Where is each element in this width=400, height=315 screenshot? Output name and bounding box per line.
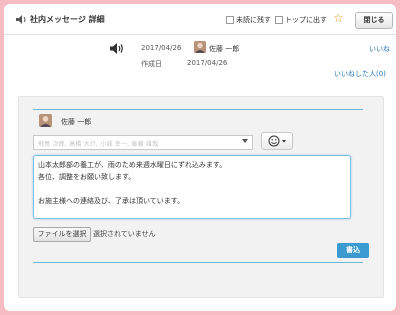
dropdown-arrow-icon (242, 139, 248, 143)
reply-textarea[interactable]: 山本太郎部の養工が、雨のため来週水曜日にずれ込みます。 各位、調整をお願い致しま… (33, 155, 351, 219)
star-icon[interactable]: ☆ (333, 12, 344, 24)
pin-top-label[interactable]: トップに出す (285, 15, 327, 25)
created-date: 2017/04/26 (187, 59, 228, 67)
keep-unread-checkbox[interactable] (226, 16, 234, 24)
file-status: 選択されていません (93, 230, 156, 238)
created-label: 作成日 (141, 60, 162, 68)
author-avatar (39, 114, 52, 127)
sender-avatar (194, 41, 206, 53)
choose-file-button[interactable]: ファイルを選択 (33, 227, 91, 242)
reply-panel: 佐藤 一郎 飛鳥 次郎, 高橋 大介, 小城 幸一, 泰藤 雄哉 山本太郎部の養… (18, 96, 384, 298)
speaker-icon (16, 15, 26, 24)
sender-name: 佐藤 一郎 (209, 45, 240, 53)
like-link[interactable]: いいね (369, 44, 390, 54)
reply-text-line: 山本太郎部の養工が、雨のため来週水曜日にずれ込みます。 (38, 161, 227, 169)
page-title: 社内メッセージ 詳細 (30, 15, 105, 24)
divider (33, 109, 363, 110)
message-date: 2017/04/26 (141, 44, 182, 52)
reply-text-line: お施主様への連絡及び、了承は頂いています。 (38, 197, 185, 205)
person-icon (39, 114, 52, 127)
message-detail-window: 社内メッセージ 詳細 未読に残す トップに出す ☆ 閉じる 2017/04/26… (4, 4, 396, 311)
title-bar: 社内メッセージ 詳細 未読に残す トップに出す ☆ 閉じる (4, 4, 396, 35)
person-icon (194, 41, 206, 53)
author-name: 佐藤 一郎 (61, 118, 92, 126)
post-button[interactable]: 書込 (337, 243, 369, 258)
speaker-icon[interactable] (110, 43, 124, 54)
recipients-select[interactable]: 飛鳥 次郎, 高橋 大介, 小城 幸一, 泰藤 雄哉 (33, 135, 253, 150)
pin-top-checkbox[interactable] (275, 16, 283, 24)
keep-unread-label[interactable]: 未読に残す (236, 15, 271, 25)
smiley-icon (268, 135, 286, 147)
emoji-button[interactable] (261, 132, 293, 150)
recipients-value: 飛鳥 次郎, 高橋 大介, 小城 幸一, 泰藤 雄哉 (38, 141, 159, 148)
reply-text-line: 各位、調整をお願い致します。 (38, 173, 136, 181)
liked-by-link[interactable]: いいねした人(0) (334, 69, 386, 79)
divider (33, 262, 363, 263)
close-button[interactable]: 閉じる (355, 12, 393, 29)
